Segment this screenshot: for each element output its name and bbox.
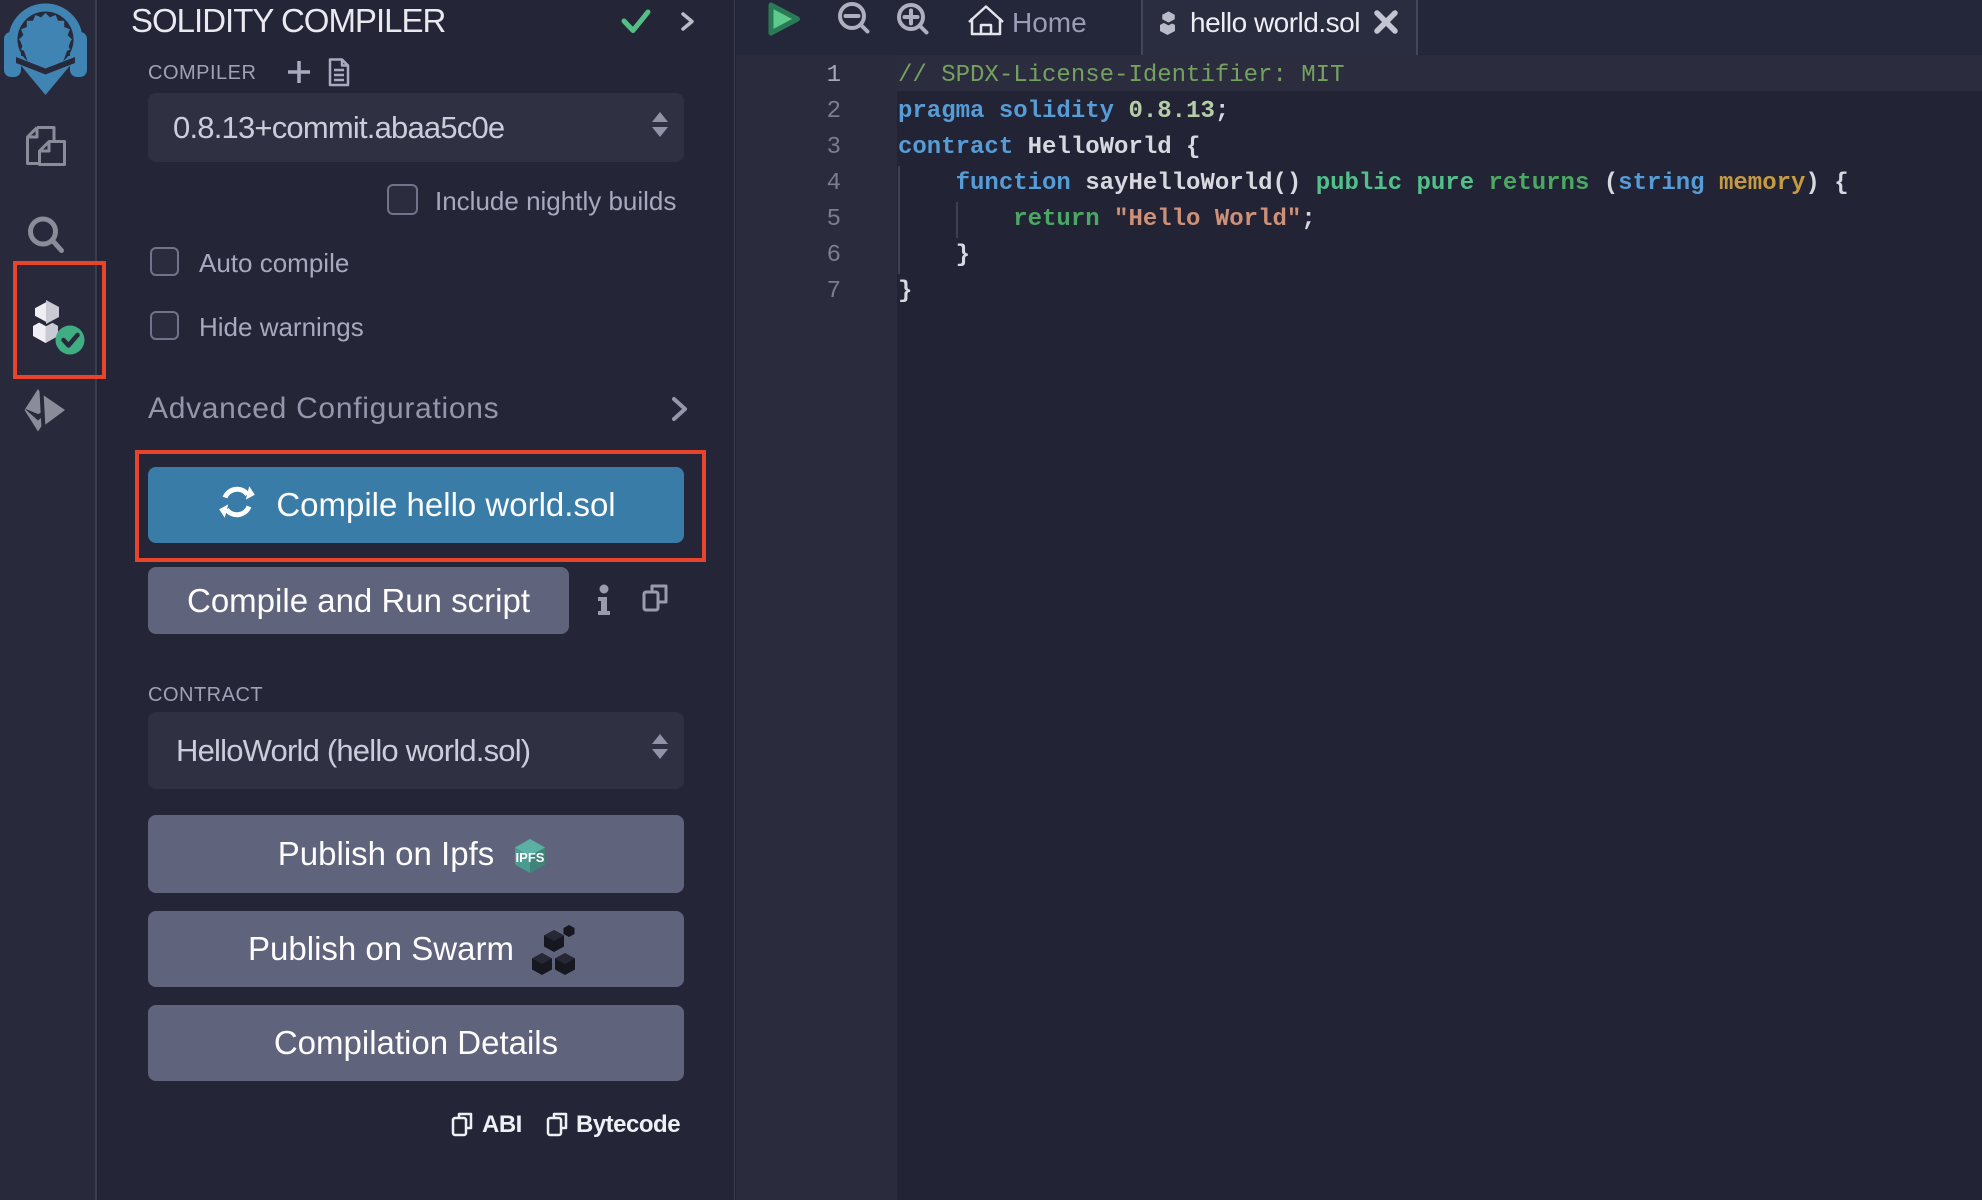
svg-text:IPFS: IPFS	[516, 850, 545, 865]
